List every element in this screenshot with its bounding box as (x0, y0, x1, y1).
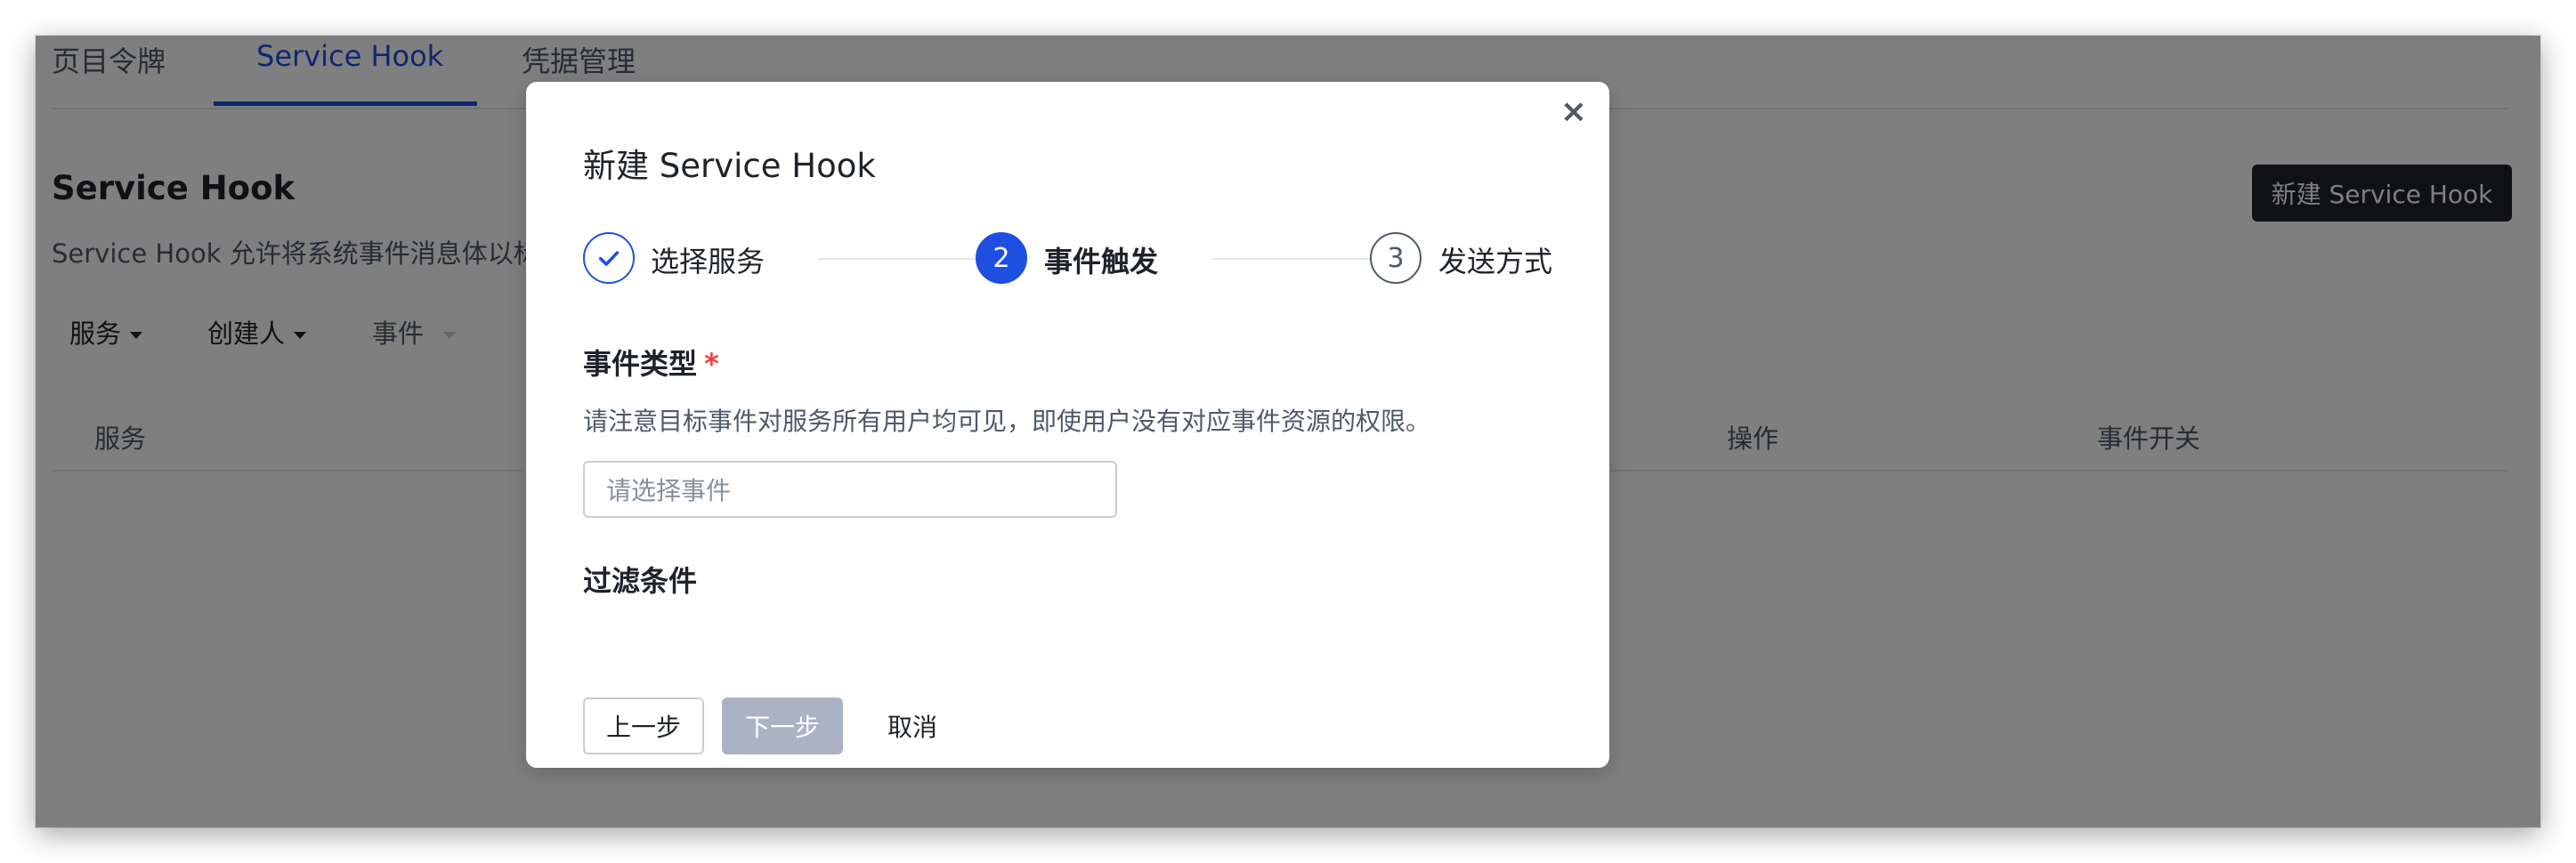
cancel-button[interactable]: 取消 (857, 698, 968, 754)
close-icon[interactable]: × (1558, 96, 1590, 128)
next-step-button[interactable]: 下一步 (722, 698, 843, 754)
step-1-label: 选择服务 (651, 245, 766, 278)
event-select-placeholder: 请选择事件 (606, 476, 732, 505)
check-icon (598, 251, 620, 266)
event-type-label: 事件类型 * (583, 342, 719, 383)
step-2-indicator: 2 (976, 232, 1027, 284)
step-2-label: 事件触发 (1044, 245, 1159, 278)
step-connector (1212, 258, 1390, 260)
step-1-check-icon (583, 232, 635, 284)
previous-step-button[interactable]: 上一步 (583, 698, 704, 754)
event-type-label-text: 事件类型 (583, 347, 698, 381)
app-window: 页目令牌 Service Hook 凭据管理 Service Hook Serv… (36, 36, 2540, 827)
event-select[interactable]: 请选择事件 (583, 461, 1117, 518)
step-3-label: 发送方式 (1438, 245, 1553, 278)
event-type-hint: 请注意目标事件对服务所有用户均可见，即使用户没有对应事件资源的权限。 (583, 407, 1431, 436)
step-3-indicator: 3 (1370, 232, 1422, 284)
step-connector (818, 258, 996, 260)
required-mark: * (704, 347, 719, 381)
filter-conditions-label: 过滤条件 (583, 564, 698, 598)
new-service-hook-dialog: × 新建 Service Hook 选择服务 2 事件触发 3 发送方式 事件类… (526, 82, 1609, 768)
dialog-title: 新建 Service Hook (583, 147, 876, 185)
